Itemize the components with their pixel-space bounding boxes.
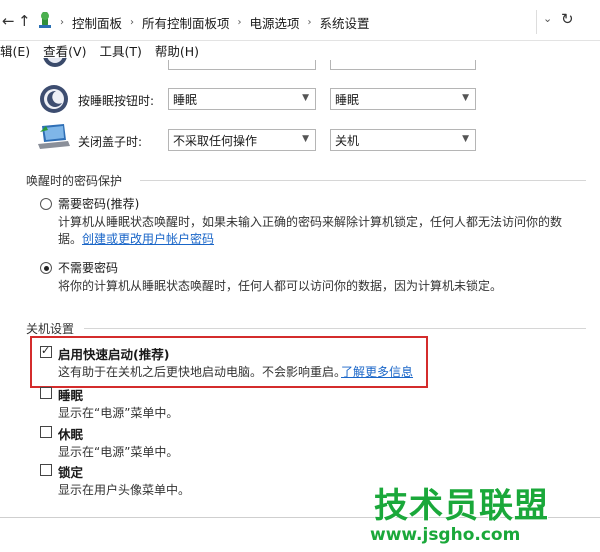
learn-more-link[interactable]: 了解更多信息 xyxy=(341,363,413,380)
shutdown-section-header: 关机设置 xyxy=(26,322,75,336)
laptop-lid-icon xyxy=(36,122,72,155)
require-password-desc: 计算机从睡眠状态唤醒时，如果未输入正确的密码来解除计算机锁定，任何人都无法访问你… xyxy=(58,215,563,229)
chevron-down-icon: ▼ xyxy=(302,134,309,144)
menu-bar: 辑(E) 查看(V) 工具(T) 帮助(H) xyxy=(0,40,600,60)
address-end: ⌄ ↻ xyxy=(536,10,600,34)
lid-close-label: 关闭盖子时: xyxy=(78,135,143,149)
change-password-link[interactable]: 创建或更改用户帐户密码 xyxy=(82,230,214,247)
chevron-down-icon: ▼ xyxy=(302,93,309,103)
no-password-radio[interactable] xyxy=(40,262,52,274)
fast-startup-desc: 这有助于在关机之后更快地启动电脑。不会影响重启。 xyxy=(58,365,347,379)
sleep-label[interactable]: 睡眠 xyxy=(58,385,83,404)
section-divider xyxy=(140,180,586,181)
sleep-button-label: 按睡眠按钮时: xyxy=(78,94,155,108)
chevron-down-icon[interactable]: ⌄ xyxy=(543,12,552,25)
menu-tools[interactable]: 工具(T) xyxy=(99,41,141,60)
hibernate-label[interactable]: 休眠 xyxy=(58,424,83,443)
breadcrumb: › 控制面板 › 所有控制面板项 › 电源选项 › 系统设置 xyxy=(60,13,370,32)
fast-startup-label[interactable]: 启用快速启动(推荐) xyxy=(58,344,169,363)
sleep-checkbox[interactable] xyxy=(40,387,52,399)
menu-help[interactable]: 帮助(H) xyxy=(155,41,199,60)
watermark-logo: 技术员联盟 xyxy=(374,486,549,526)
back-icon[interactable]: ← xyxy=(2,12,15,30)
dropdown-value: 关机 xyxy=(335,133,360,148)
chevron-down-icon: ▼ xyxy=(462,134,469,144)
sleep-button-battery-dropdown[interactable]: 睡眠 ▼ xyxy=(168,88,316,110)
require-password-label[interactable]: 需要密码(推荐) xyxy=(58,195,139,212)
address-bar: ← ↑ › 控制面板 › 所有控制面板项 › 电源选项 › 系统设置 ⌄ ↻ xyxy=(0,0,600,41)
sleep-button-icon xyxy=(38,83,70,118)
chevron-right-icon: › xyxy=(237,17,242,28)
control-panel-icon xyxy=(36,10,54,33)
dropdown-value: 不采取任何操作 xyxy=(173,133,258,148)
dropdown-value: 睡眠 xyxy=(335,92,360,107)
menu-view[interactable]: 查看(V) xyxy=(43,41,86,60)
breadcrumb-system-settings[interactable]: 系统设置 xyxy=(320,13,370,32)
no-password-desc: 将你的计算机从睡眠状态唤醒时，任何人都可以访问你的数据，因为计算机未锁定。 xyxy=(58,279,503,293)
chevron-right-icon: › xyxy=(60,17,64,28)
lock-checkbox[interactable] xyxy=(40,464,52,476)
section-divider xyxy=(84,328,586,329)
dropdown-value: 睡眠 xyxy=(173,92,198,107)
refresh-icon[interactable]: ↻ xyxy=(561,10,574,28)
menu-edit[interactable]: 辑(E) xyxy=(0,41,30,60)
watermark-url: www.jsgho.com xyxy=(370,525,521,545)
lid-close-plugged-dropdown[interactable]: 关机 ▼ xyxy=(330,129,476,151)
no-password-label[interactable]: 不需要密码 xyxy=(58,259,118,276)
power-button-battery-dropdown[interactable] xyxy=(168,60,316,70)
breadcrumb-control-panel[interactable]: 控制面板 xyxy=(72,13,122,32)
power-button-plugged-dropdown[interactable] xyxy=(330,60,476,70)
power-button-icon xyxy=(40,58,70,70)
require-password-desc-cont: 据。 xyxy=(58,232,83,246)
chevron-right-icon: › xyxy=(307,17,312,28)
chevron-down-icon: ▼ xyxy=(462,93,469,103)
password-section-header: 唤醒时的密码保护 xyxy=(26,174,123,188)
breadcrumb-all-items[interactable]: 所有控制面板项 xyxy=(142,13,230,32)
sleep-desc: 显示在“电源”菜单中。 xyxy=(58,406,179,420)
sleep-button-plugged-dropdown[interactable]: 睡眠 ▼ xyxy=(330,88,476,110)
hibernate-checkbox[interactable] xyxy=(40,426,52,438)
hibernate-desc: 显示在“电源”菜单中。 xyxy=(58,445,179,459)
fast-startup-checkbox[interactable] xyxy=(40,344,52,358)
up-icon[interactable]: ↑ xyxy=(18,12,31,30)
lock-desc: 显示在用户头像菜单中。 xyxy=(58,483,191,497)
require-password-radio[interactable] xyxy=(40,198,52,210)
chevron-right-icon: › xyxy=(130,17,135,28)
lock-label[interactable]: 锁定 xyxy=(58,462,83,481)
breadcrumb-power-options[interactable]: 电源选项 xyxy=(250,13,300,32)
lid-close-battery-dropdown[interactable]: 不采取任何操作 ▼ xyxy=(168,129,316,151)
